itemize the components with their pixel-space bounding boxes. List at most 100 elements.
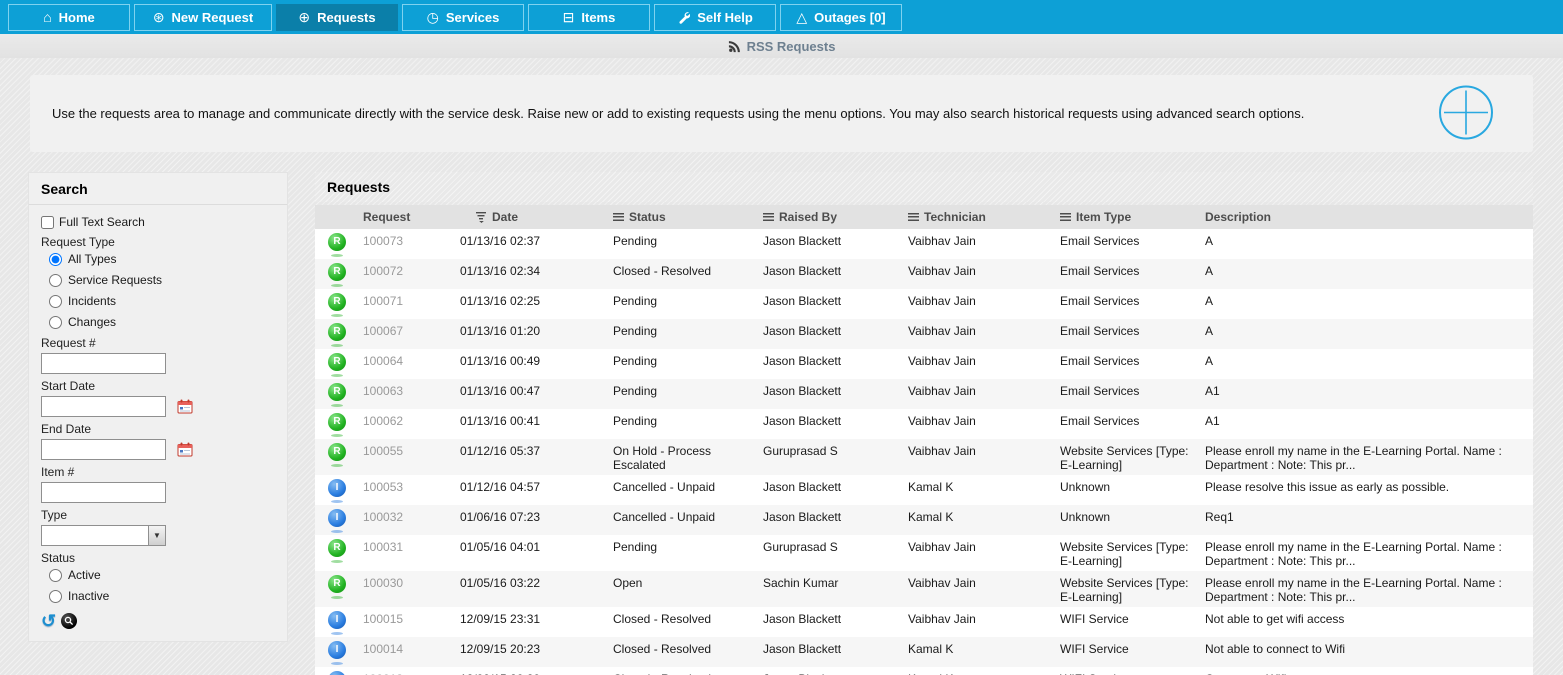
header-technician[interactable]: Technician [906,206,1058,228]
nav-requests-button[interactable]: ⊕ Requests [276,3,398,31]
active-label: Active [68,568,101,582]
incidents-radio[interactable] [49,294,62,308]
table-row[interactable]: R 100063 01/13/16 00:47 Pending Jason Bl… [315,379,1533,409]
radio-service-requests[interactable]: Service Requests [49,273,275,287]
table-row[interactable]: I 100032 01/06/16 07:23 Cancelled - Unpa… [315,505,1533,535]
end-date-calendar-icon[interactable] [177,442,193,457]
all-types-radio[interactable] [49,252,62,266]
table-row[interactable]: R 100073 01/13/16 02:37 Pending Jason Bl… [315,229,1533,259]
request-date-cell: 01/13/16 01:20 [460,324,541,338]
row-type-cell: R [315,259,361,289]
request-raised-by-cell: Jason Blackett [763,642,842,656]
request-description-cell: A [1205,324,1214,338]
full-text-search-checkbox-row[interactable]: Full Text Search [41,215,275,229]
nav-outages-button[interactable]: △ Outages [0] [780,3,902,31]
request-date-cell: 01/13/16 02:37 [460,234,541,248]
table-row[interactable]: R 100067 01/13/16 01:20 Pending Jason Bl… [315,319,1533,349]
row-type-cell: I [315,475,361,505]
row-type-cell: I [315,607,361,637]
end-date-input[interactable] [41,439,166,460]
table-row[interactable]: R 100064 01/13/16 00:49 Pending Jason Bl… [315,349,1533,379]
request-id-link[interactable]: 100064 [361,349,446,379]
request-description-cell: A [1205,354,1214,368]
radio-changes[interactable]: Changes [49,315,275,329]
radio-active[interactable]: Active [49,568,275,582]
item-number-input[interactable] [41,482,166,503]
header-raised-by[interactable]: Raised By [761,206,906,228]
request-item-type-cell: Email Services [1060,354,1140,368]
nav-new-request-button[interactable]: ⊛ New Request [134,3,272,31]
request-id-link[interactable]: 100053 [361,475,446,505]
request-description-cell: A [1205,234,1214,248]
request-description-cell: A [1205,294,1214,308]
table-row[interactable]: R 100062 01/13/16 00:41 Pending Jason Bl… [315,409,1533,439]
reset-button[interactable]: ↺ [41,612,56,630]
incident-icon: I [328,479,346,503]
request-id-link[interactable]: 100014 [361,637,446,667]
request-id-link[interactable]: 100031 [361,535,446,571]
header-date[interactable]: Date [446,206,611,228]
row-type-cell: R [315,349,361,379]
header-description-label: Description [1205,210,1272,224]
request-id-link[interactable]: 100055 [361,439,446,475]
request-technician-cell: Vaibhav Jain [908,414,976,428]
radio-all-types[interactable]: All Types [49,252,275,266]
nav-self-help-button[interactable]: Self Help [654,3,776,31]
request-id-link[interactable]: 100030 [361,571,446,607]
table-row[interactable]: R 100031 01/05/16 04:01 Pending Gurupras… [315,535,1533,571]
requests-section: Requests Request Date Status Raised By T… [315,172,1533,675]
inactive-radio[interactable] [49,589,62,603]
radio-incidents[interactable]: Incidents [49,294,275,308]
header-request[interactable]: Request [361,206,446,228]
table-row[interactable]: I 100014 12/09/15 20:23 Closed - Resolve… [315,637,1533,667]
request-id-link[interactable]: 100067 [361,319,446,349]
type-label: Type [41,508,68,522]
requests-table-header: Request Date Status Raised By Technician… [315,205,1533,229]
request-status-cell: Pending [613,234,658,248]
nav-items-button[interactable]: ⊟ Items [528,3,650,31]
request-status-cell: Cancelled - Unpaid [613,480,716,494]
request-description-cell: A [1205,264,1214,278]
intro-box: Use the requests area to manage and comm… [30,75,1533,152]
table-row[interactable]: I 100053 01/12/16 04:57 Cancelled - Unpa… [315,475,1533,505]
request-id-link[interactable]: 100062 [361,409,446,439]
start-date-calendar-icon[interactable] [177,399,193,414]
request-status-cell: Closed - Resolved [611,667,761,675]
search-button[interactable] [61,613,78,629]
request-technician-cell: Vaibhav Jain [908,384,976,398]
active-radio[interactable] [49,568,62,582]
request-id-link[interactable]: 100013 [361,667,446,675]
table-row[interactable]: R 100030 01/05/16 03:22 Open Sachin Kuma… [315,571,1533,607]
request-technician-cell: Vaibhav Jain [908,612,976,626]
nav-services-button[interactable]: ◷ Services [402,3,524,31]
table-row[interactable]: I 100015 12/09/15 23:31 Closed - Resolve… [315,607,1533,637]
type-select[interactable]: ▼ [41,525,166,546]
table-row[interactable]: R 100071 01/13/16 02:25 Pending Jason Bl… [315,289,1533,319]
changes-radio[interactable] [49,315,62,329]
full-text-search-checkbox[interactable] [41,215,54,229]
request-id-link[interactable]: 100072 [361,259,446,289]
request-id-link[interactable]: 100015 [361,607,446,637]
start-date-input[interactable] [41,396,166,417]
header-status[interactable]: Status [611,206,761,228]
table-row[interactable]: I 100013 12/09/15 20:20 Closed - Resolve… [315,667,1533,675]
request-status-cell: Closed - Resolved [613,612,712,626]
request-number-input[interactable] [41,353,166,374]
request-id-link[interactable]: 100032 [361,505,446,535]
request-status-cell: Open [613,576,643,590]
header-raised-by-label: Raised By [779,210,838,224]
table-row[interactable]: R 100072 01/13/16 02:34 Closed - Resolve… [315,259,1533,289]
nav-home-button[interactable]: ⌂ Home [8,3,130,31]
service-requests-radio[interactable] [49,273,62,287]
sort-lines-icon [613,212,624,222]
radio-inactive[interactable]: Inactive [49,589,275,603]
requests-table-body: R 100073 01/13/16 02:37 Pending Jason Bl… [315,229,1533,675]
request-id-link[interactable]: 100063 [361,379,446,409]
request-id-link[interactable]: 100071 [361,289,446,319]
rss-requests-link[interactable]: RSS Requests [747,39,836,54]
expand-plus-icon[interactable] [1434,80,1498,147]
header-item-type[interactable]: Item Type [1058,206,1203,228]
request-raised-by-cell: Jason Blackett [763,414,842,428]
request-id-link[interactable]: 100073 [361,229,446,259]
table-row[interactable]: R 100055 01/12/16 05:37 On Hold - Proces… [315,439,1533,475]
